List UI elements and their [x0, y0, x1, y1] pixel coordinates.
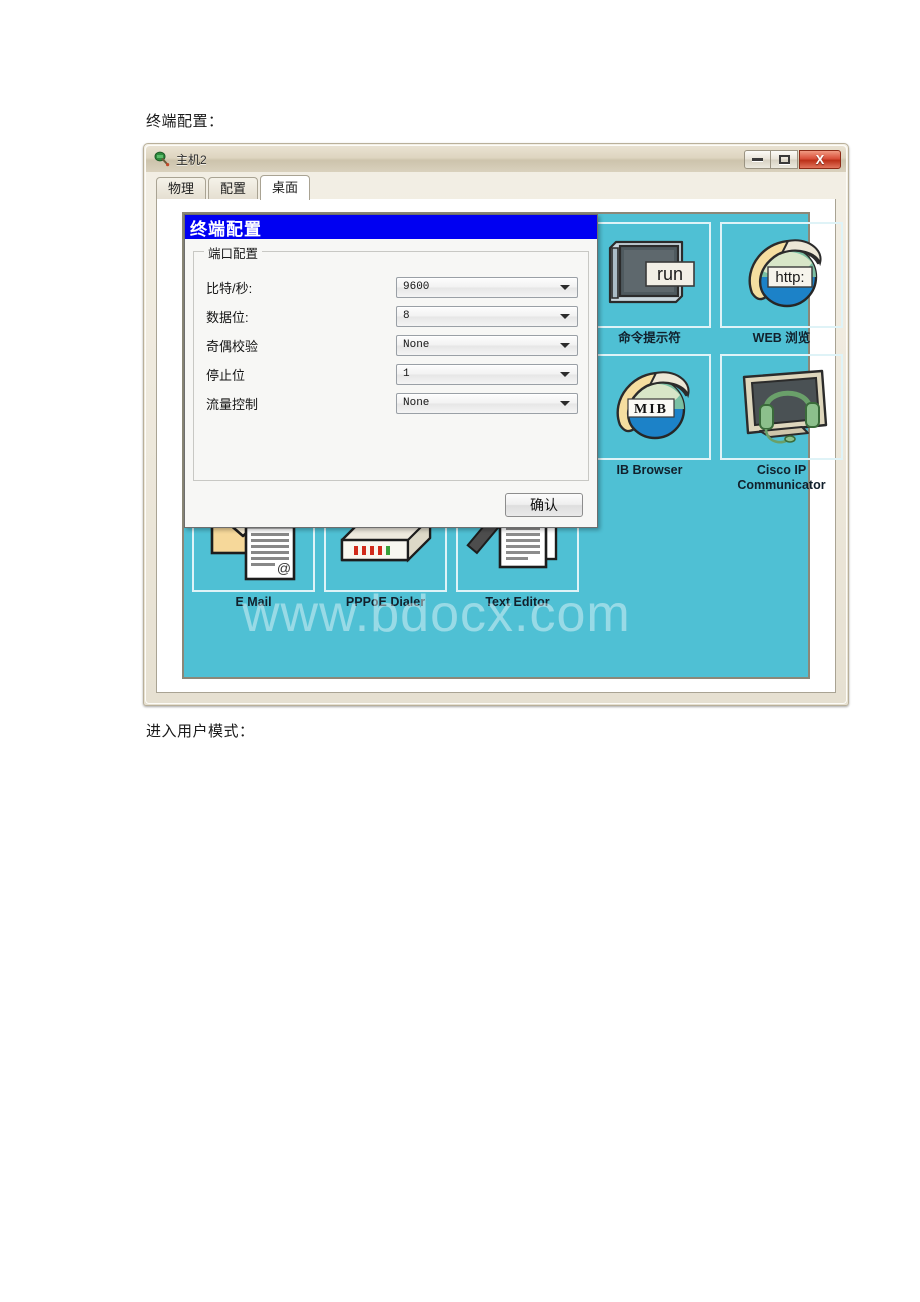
desktop-icon-label: PPPoE Dialer — [345, 595, 426, 609]
window-titlebar: 主机2 X — [146, 146, 846, 172]
svg-text:MIB: MIB — [634, 402, 668, 417]
parity-dropdown[interactable]: None — [396, 334, 578, 356]
confirm-button[interactable]: 确认 — [505, 493, 583, 517]
http-globe-icon: http: — [720, 222, 843, 328]
run-monitor-icon: run — [588, 222, 711, 328]
dropdown-value: None — [403, 339, 430, 351]
mib-globe-icon: MIB — [588, 354, 711, 460]
desktop-icon-web-browser[interactable]: http: WEB 浏览 — [720, 222, 843, 346]
data-bits-dropdown[interactable]: 8 — [396, 305, 578, 327]
packet-tracer-device-icon — [154, 151, 170, 167]
desktop-icon-label: Cisco IP Communicator — [737, 463, 826, 492]
svg-text:run: run — [656, 264, 682, 284]
monitor-headset-icon — [720, 354, 843, 460]
dropdown-value: 1 — [403, 368, 410, 380]
field-label: 比特/秒: — [206, 280, 253, 296]
field-stop-bits: 停止位 1 — [206, 363, 578, 385]
tab-filler — [312, 176, 836, 200]
stop-bits-dropdown[interactable]: 1 — [396, 363, 578, 385]
maximize-button[interactable] — [771, 149, 798, 169]
svg-text:http:: http: — [775, 269, 804, 286]
terminal-configuration-dialog: 终端配置 端口配置 比特/秒: 9600 数据位: 8 奇偶校验 None 停止… — [184, 214, 598, 528]
tab-desktop[interactable]: 桌面 — [260, 175, 311, 200]
port-configuration-group: 端口配置 比特/秒: 9600 数据位: 8 奇偶校验 None 停止位 1 流… — [193, 243, 589, 481]
maximize-icon — [778, 154, 790, 164]
desktop-icon-command-prompt[interactable]: run 命令提示符 — [588, 222, 711, 346]
tab-physical[interactable]: 物理 — [156, 177, 207, 200]
desktop-icon-mib-browser[interactable]: MIB IB Browser — [588, 354, 711, 478]
terminal-dialog-body: 端口配置 比特/秒: 9600 数据位: 8 奇偶校验 None 停止位 1 流… — [185, 239, 597, 527]
desktop-icon-label: WEB 浏览 — [752, 331, 811, 345]
packet-tracer-device-window: 主机2 X 物理 配置 桌面 run 命令提示符 http: WEB 浏览 MI… — [143, 143, 849, 706]
tab-bar: 物理 配置 桌面 — [156, 175, 836, 200]
svg-text:@: @ — [276, 560, 290, 576]
desktop-icon-label: E Mail — [235, 595, 272, 609]
chevron-down-icon — [560, 343, 570, 348]
desktop-icon-cisco-ip-communicator[interactable]: Cisco IP Communicator — [720, 354, 843, 493]
chevron-down-icon — [560, 401, 570, 406]
window-control-buttons: X — [744, 149, 841, 169]
field-parity: 奇偶校验 None — [206, 334, 578, 356]
desktop-icon-area: run 命令提示符 http: WEB 浏览 MIB IB Browser Ci… — [182, 212, 843, 679]
field-label: 奇偶校验 — [206, 338, 259, 354]
minimize-button[interactable] — [744, 149, 771, 169]
desktop-icon-label: IB Browser — [616, 463, 683, 477]
desktop-icon-label: Text Editor — [485, 595, 550, 609]
minimize-icon — [752, 157, 763, 161]
field-flow-control: 流量控制 None — [206, 392, 578, 414]
close-icon: X — [815, 151, 825, 167]
terminal-dialog-title: 终端配置 — [190, 219, 262, 239]
terminal-dialog-titlebar: 终端配置 — [185, 215, 597, 239]
caption-terminal-config: 终端配置： — [146, 114, 224, 130]
port-configuration-group-label: 端口配置 — [204, 243, 263, 262]
window-title: 主机2 — [176, 152, 207, 167]
field-label: 数据位: — [206, 309, 249, 325]
chevron-down-icon — [560, 372, 570, 377]
tab-content-panel: run 命令提示符 http: WEB 浏览 MIB IB Browser Ci… — [156, 199, 843, 693]
chevron-down-icon — [560, 285, 570, 290]
field-data-bits: 数据位: 8 — [206, 305, 578, 327]
bits-per-second-dropdown[interactable]: 9600 — [396, 276, 578, 298]
chevron-down-icon — [560, 314, 570, 319]
field-label: 流量控制 — [206, 396, 259, 412]
flow-control-dropdown[interactable]: None — [396, 392, 578, 414]
dropdown-value: None — [403, 397, 430, 409]
field-bits-per-second: 比特/秒: 9600 — [206, 276, 578, 298]
desktop-icon-label: 命令提示符 — [618, 331, 681, 345]
tab-config[interactable]: 配置 — [208, 177, 259, 200]
close-button[interactable]: X — [799, 149, 841, 169]
dropdown-value: 9600 — [403, 281, 430, 293]
field-label: 停止位 — [206, 367, 246, 383]
dropdown-value: 8 — [403, 310, 410, 322]
caption-user-mode: 进入用户模式： — [146, 724, 255, 740]
